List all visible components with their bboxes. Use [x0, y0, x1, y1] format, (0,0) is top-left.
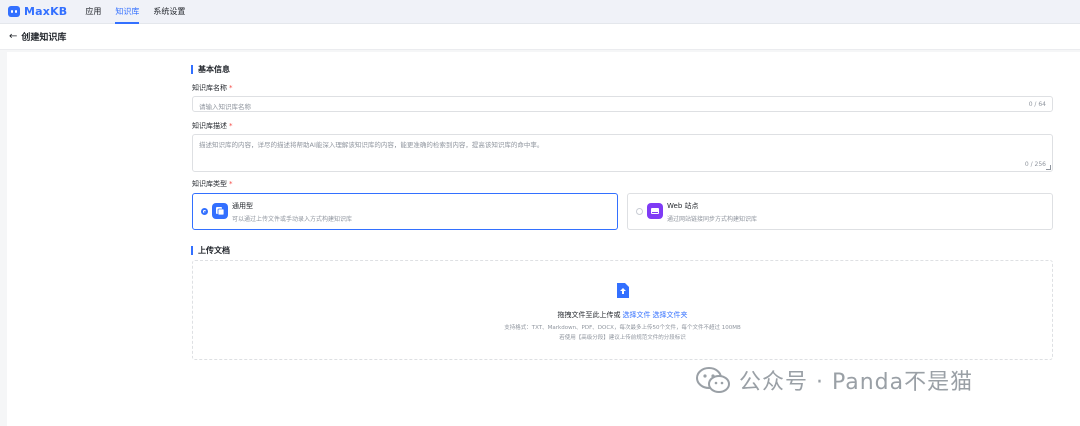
watermark-text: 公众号 · Panda不是猫 — [739, 370, 974, 395]
radio-web[interactable] — [636, 208, 643, 215]
upload-main-text: 拖拽文件至此上传或 选择文件 选择文件夹 — [193, 310, 1052, 320]
desc-placeholder: 描述知识库的内容，详尽的描述将帮助AI能深入理解该知识库的内容，能更准确的检索到… — [199, 141, 544, 149]
name-label-text: 知识库名称 — [192, 84, 227, 92]
radio-general[interactable] — [201, 208, 208, 215]
type-label: 知识库类型 * — [192, 179, 233, 189]
main-nav: 应用 知识库 系统设置 — [85, 0, 199, 24]
select-folder-link[interactable]: 选择文件夹 — [653, 311, 688, 319]
wechat-icon — [696, 367, 730, 393]
desc-char-count: 0 / 256 — [1024, 161, 1046, 168]
desc-label-text: 知识库描述 — [192, 122, 227, 130]
nav-item-apps[interactable]: 应用 — [85, 0, 101, 24]
type-card-general[interactable]: 通用型 可以通过上传文件或手动录入方式构建知识库 — [192, 193, 618, 230]
back-arrow-icon[interactable]: ← — [9, 31, 17, 42]
nav-item-knowledge[interactable]: 知识库 — [115, 0, 140, 24]
drag-text: 拖拽文件至此上传或 — [557, 311, 621, 319]
maxkb-logo-icon — [8, 6, 20, 17]
knowledge-name-input[interactable]: 请输入知识库名称 0 / 64 — [192, 96, 1053, 112]
web-icon — [647, 203, 663, 219]
nav-item-settings[interactable]: 系统设置 — [153, 0, 185, 24]
upload-file-icon — [617, 283, 629, 298]
upload-dropzone[interactable]: 拖拽文件至此上传或 选择文件 选择文件夹 支持格式：TXT、Markdown、PDF… — [192, 260, 1053, 360]
section-title-basic-info: 基本信息 — [191, 65, 230, 74]
wechat-watermark: 公众号 · Panda不是猫 — [695, 364, 973, 396]
upload-formats-hint: 支持格式：TXT、Markdown、PDF、DOCX，每次最多上传50个文件，每… — [504, 325, 741, 331]
section-title-upload: 上传文档 — [191, 246, 230, 255]
top-navbar: MaxKB 应用 知识库 系统设置 — [0, 0, 1080, 24]
page-header: ← 创建知识库 — [0, 24, 1080, 50]
name-char-count: 0 / 64 — [1028, 101, 1046, 108]
type-desc-web: 通过网站链接同步方式构建知识库 — [667, 216, 758, 223]
type-desc-general: 可以通过上传文件或手动录入方式构建知识库 — [232, 216, 353, 223]
type-title-web: Web 站点 — [667, 202, 699, 210]
document-icon — [212, 203, 228, 219]
required-mark: * — [229, 180, 233, 188]
resize-handle-icon[interactable] — [1046, 165, 1051, 170]
type-card-web[interactable]: Web 站点 通过网站链接同步方式构建知识库 — [627, 193, 1053, 230]
select-file-link[interactable]: 选择文件 — [623, 311, 651, 319]
required-mark: * — [229, 84, 233, 92]
upload-advice-hint: 若使用【高级分段】建议上传前规范文件的分段标识 — [559, 335, 686, 341]
app-logo[interactable]: MaxKB — [8, 5, 67, 18]
type-title-general: 通用型 — [232, 202, 253, 210]
desc-label: 知识库描述 * — [192, 121, 233, 131]
name-placeholder: 请输入知识库名称 — [199, 103, 251, 111]
required-mark: * — [229, 122, 233, 130]
name-label: 知识库名称 * — [192, 83, 233, 93]
knowledge-desc-textarea[interactable]: 描述知识库的内容，详尽的描述将帮助AI能深入理解该知识库的内容，能更准确的检索到… — [192, 134, 1053, 172]
brand-name: MaxKB — [24, 5, 68, 18]
page-title: 创建知识库 — [21, 33, 67, 43]
type-label-text: 知识库类型 — [192, 180, 227, 188]
